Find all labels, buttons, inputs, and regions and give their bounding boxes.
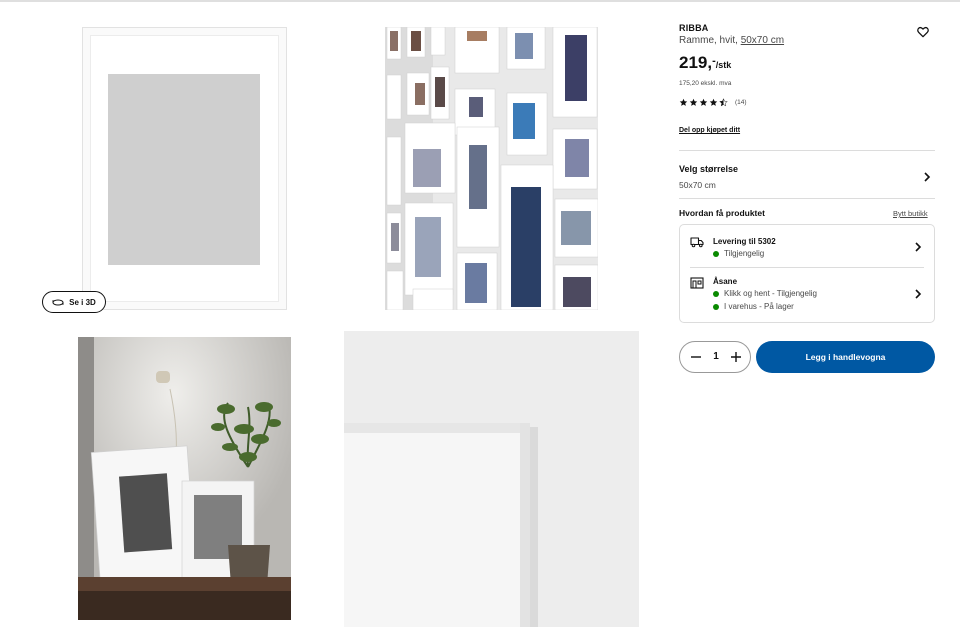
price-unit: /stk — [715, 60, 732, 70]
delivery-options-box: Levering til 5302 Tilgjengelig Åsane Kli… — [679, 224, 935, 323]
shipping-title: Levering til 5302 — [713, 237, 776, 246]
truck-icon — [690, 237, 704, 248]
split-payment-link[interactable]: Del opp kjøpet ditt — [679, 127, 740, 134]
product-image-shelf-lamp-plant[interactable] — [78, 337, 291, 620]
product-image-frame-closeup[interactable] — [344, 331, 639, 627]
see-in-3d-label: Se i 3D — [69, 297, 96, 307]
product-image-white-frame[interactable] — [82, 27, 287, 310]
top-divider — [0, 0, 960, 2]
minus-icon[interactable] — [688, 349, 704, 365]
delivery-option-store[interactable]: Åsane Klikk og hent - Tilgjengelig I var… — [680, 268, 934, 322]
add-to-cart-button[interactable]: Legg i handlevogna — [756, 341, 935, 373]
favorite-button[interactable] — [916, 25, 930, 39]
star-full-icon — [679, 98, 688, 106]
plus-icon[interactable] — [728, 349, 744, 365]
star-half-icon — [719, 98, 728, 107]
product-image-gallery-wall[interactable] — [385, 27, 598, 310]
shipping-status-text: Tilgjengelig — [724, 249, 765, 258]
chevron-right-icon — [915, 242, 922, 252]
product-description-text: Ramme, hvit, — [679, 35, 741, 46]
store-status-click-text: Klikk og hent - Tilgjengelig — [724, 289, 817, 298]
size-selector-value: 50x70 cm — [679, 180, 716, 190]
star-full-icon — [689, 98, 698, 106]
store-status-click: Klikk og hent - Tilgjengelig — [713, 289, 817, 298]
frame-photo-area — [108, 74, 260, 265]
shipping-status: Tilgjengelig — [713, 249, 764, 258]
heart-icon — [917, 26, 929, 38]
frame-closeup-illustration — [344, 331, 639, 627]
store-icon — [690, 277, 704, 289]
product-name: RIBBA — [679, 23, 709, 33]
review-count: (14) — [735, 99, 747, 106]
divider — [679, 150, 935, 151]
store-title: Åsane — [713, 277, 738, 286]
store-status-stock-text: I varehus - På lager — [724, 302, 794, 311]
star-full-icon — [699, 98, 708, 106]
chevron-right-icon — [915, 289, 922, 299]
change-store-link[interactable]: Bytt butikk — [893, 209, 928, 218]
size-selector-title: Velg størrelse — [679, 164, 739, 174]
add-to-cart-label: Legg i handlevogna — [805, 352, 886, 362]
store-status-stock: I varehus - På lager — [713, 302, 794, 311]
product-size-link[interactable]: 50x70 cm — [741, 35, 784, 46]
star-full-icon — [709, 98, 718, 106]
rating-stars[interactable]: (14) — [679, 98, 747, 107]
available-dot — [713, 303, 719, 310]
see-in-3d-button[interactable]: Se i 3D — [42, 291, 106, 313]
available-dot — [713, 250, 719, 257]
divider — [679, 198, 935, 199]
available-dot — [713, 290, 719, 297]
gallery-wall-illustration — [385, 27, 598, 310]
quantity-stepper: 1 — [679, 341, 751, 373]
quantity-value[interactable]: 1 — [708, 351, 724, 362]
delivery-option-shipping[interactable]: Levering til 5302 Tilgjengelig — [680, 225, 934, 267]
chevron-right-icon — [924, 172, 931, 182]
shelf-scene-illustration — [78, 337, 291, 620]
product-description: Ramme, hvit, 50x70 cm — [679, 35, 784, 46]
delivery-heading: Hvordan få produktet — [679, 208, 765, 218]
rotate-3d-icon — [52, 299, 64, 305]
price-main: 219, — [679, 53, 713, 72]
size-selector[interactable]: Velg størrelse 50x70 cm — [679, 159, 935, 195]
price-excl-vat: 175,20 ekskl. mva — [679, 80, 732, 87]
product-price: 219,-/stk — [679, 53, 731, 73]
